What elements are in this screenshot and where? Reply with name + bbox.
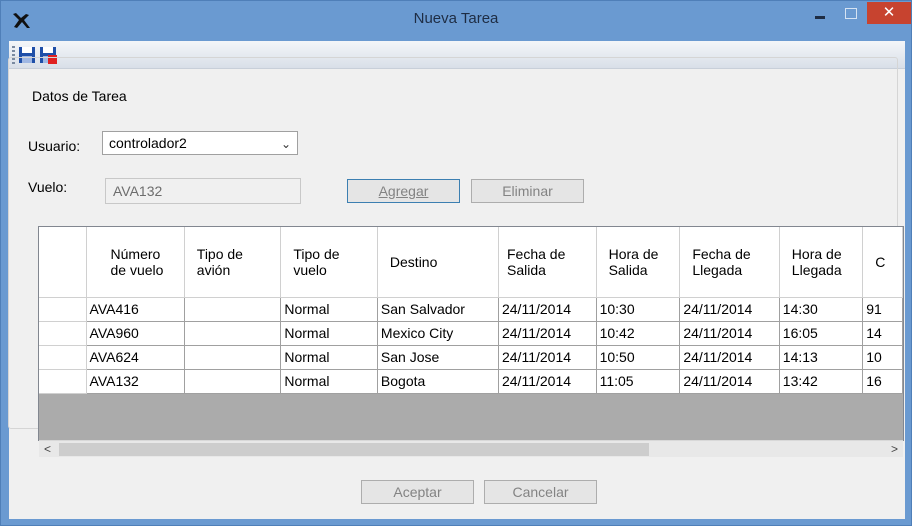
table-row[interactable]: AVA132 Normal Bogota 24/11/2014 11:05 24… <box>39 369 903 394</box>
cell[interactable]: Normal <box>280 345 378 370</box>
cell[interactable] <box>184 321 282 346</box>
usuario-combobox[interactable]: controlador2 ⌄ <box>102 131 298 155</box>
row-header[interactable] <box>39 297 87 322</box>
col-hora-llegada[interactable]: Hora de Llegada <box>779 227 864 298</box>
horizontal-scrollbar[interactable]: < > <box>39 440 903 457</box>
agregar-button[interactable]: Agregar <box>347 179 460 203</box>
cell[interactable]: 14 <box>862 321 903 346</box>
cell[interactable]: 14:13 <box>779 345 864 370</box>
cell[interactable]: 24/11/2014 <box>679 369 780 394</box>
flights-table: Número de vuelo Tipo de avión Tipo de vu… <box>39 227 903 394</box>
table-row[interactable]: AVA624 Normal San Jose 24/11/2014 10:50 … <box>39 345 903 370</box>
col-tipo-avion[interactable]: Tipo de avión <box>184 227 282 298</box>
cell[interactable]: Normal <box>280 297 378 322</box>
minimize-button[interactable] <box>807 3 833 25</box>
row-header[interactable] <box>39 345 87 370</box>
cancelar-button[interactable]: Cancelar <box>484 480 597 504</box>
aceptar-label: Aceptar <box>393 484 442 500</box>
cell[interactable]: 24/11/2014 <box>498 369 597 394</box>
col-numero-vuelo[interactable]: Número de vuelo <box>86 227 185 298</box>
cell[interactable]: 10:30 <box>596 297 681 322</box>
cell[interactable]: 24/11/2014 <box>679 321 780 346</box>
cell[interactable]: AVA132 <box>86 369 185 394</box>
cell[interactable]: 10:42 <box>596 321 681 346</box>
flights-grid[interactable]: Número de vuelo Tipo de avión Tipo de vu… <box>38 226 904 441</box>
cell[interactable]: 10 <box>862 345 903 370</box>
col-fecha-salida[interactable]: Fecha de Salida <box>498 227 597 298</box>
cell[interactable]: 24/11/2014 <box>679 345 780 370</box>
cell[interactable]: AVA416 <box>86 297 185 322</box>
cell[interactable]: 24/11/2014 <box>498 297 597 322</box>
col-tipo-vuelo[interactable]: Tipo de vuelo <box>280 227 378 298</box>
col-hora-salida[interactable]: Hora de Salida <box>596 227 681 298</box>
scroll-right-icon[interactable]: > <box>886 441 903 458</box>
usuario-label: Usuario: <box>28 138 81 154</box>
cell[interactable]: 24/11/2014 <box>498 321 597 346</box>
cell[interactable]: 24/11/2014 <box>679 297 780 322</box>
vuelo-label: Vuelo: <box>28 179 68 195</box>
eliminar-label: Eliminar <box>502 183 553 199</box>
cell[interactable]: Bogota <box>377 369 499 394</box>
agregar-label: Agregar <box>378 183 429 199</box>
cell[interactable]: 14:30 <box>779 297 864 322</box>
col-destino[interactable]: Destino <box>377 227 499 298</box>
close-button[interactable]: ✕ <box>867 2 911 24</box>
row-header[interactable] <box>39 369 87 394</box>
title-bar[interactable]: Nueva Tarea ✕ <box>1 1 911 41</box>
usuario-value: controlador2 <box>109 135 187 151</box>
chevron-down-icon[interactable]: ⌄ <box>281 136 291 152</box>
cell[interactable]: Normal <box>280 369 378 394</box>
cell[interactable]: 11:05 <box>596 369 681 394</box>
aceptar-button[interactable]: Aceptar <box>361 480 474 504</box>
scroll-thumb[interactable] <box>59 443 649 456</box>
cell[interactable] <box>184 297 282 322</box>
cell[interactable]: 16 <box>862 369 903 394</box>
cell[interactable]: Normal <box>280 321 378 346</box>
table-row[interactable]: AVA416 Normal San Salvador 24/11/2014 10… <box>39 297 903 322</box>
cell[interactable]: 16:05 <box>779 321 864 346</box>
grid-header-row: Número de vuelo Tipo de avión Tipo de vu… <box>39 227 903 298</box>
cell[interactable]: San Salvador <box>377 297 499 322</box>
cancelar-label: Cancelar <box>512 484 569 500</box>
cell[interactable] <box>184 345 282 370</box>
cell[interactable]: 10:50 <box>596 345 681 370</box>
grid-corner <box>39 227 87 298</box>
col-c[interactable]: C <box>862 227 903 298</box>
col-fecha-llegada[interactable]: Fecha de Llegada <box>679 227 780 298</box>
cell[interactable]: Mexico City <box>377 321 499 346</box>
cell[interactable]: AVA624 <box>86 345 185 370</box>
group-title: Datos de Tarea <box>29 88 130 104</box>
table-row[interactable]: AVA960 Normal Mexico City 24/11/2014 10:… <box>39 321 903 346</box>
cell[interactable]: AVA960 <box>86 321 185 346</box>
vuelo-input: AVA132 <box>105 178 301 204</box>
scroll-left-icon[interactable]: < <box>39 441 56 458</box>
cell[interactable]: 13:42 <box>779 369 864 394</box>
eliminar-button[interactable]: Eliminar <box>471 179 584 203</box>
cell[interactable]: San Jose <box>377 345 499 370</box>
maximize-button[interactable] <box>837 3 863 25</box>
window-title: Nueva Tarea <box>413 10 499 27</box>
row-header[interactable] <box>39 321 87 346</box>
cell[interactable]: 24/11/2014 <box>498 345 597 370</box>
cell[interactable] <box>184 369 282 394</box>
cell[interactable]: 91 <box>862 297 903 322</box>
window: Nueva Tarea ✕ Datos de Tarea Usuario: co… <box>0 0 912 526</box>
